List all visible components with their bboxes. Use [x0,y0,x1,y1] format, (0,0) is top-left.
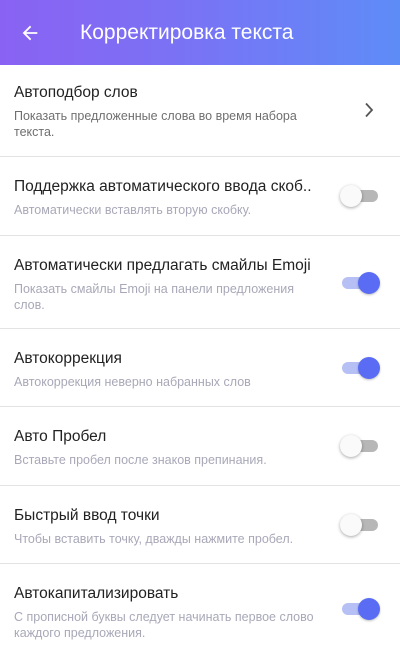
page-title: Корректировка текста [80,20,294,44]
toggle-knob [358,272,380,294]
setting-title: Автокапитализировать [14,585,179,602]
setting-title: Автокоррекция [14,350,122,367]
setting-title: Авто Пробел [14,428,107,445]
setting-title: Поддержка автоматического ввода скоб.. [14,178,312,195]
setting-description: Вставьте пробел после знаков препинания. [14,453,267,467]
chevron-right-icon [365,102,374,118]
setting-auto-capitalize[interactable]: Автокапитализировать С прописной буквы с… [0,564,400,658]
app-bar: Корректировка текста [0,0,400,65]
autocorrect-toggle[interactable] [340,357,380,379]
setting-description: Чтобы вставить точку, дважды нажмите про… [14,532,294,546]
setting-title: Быстрый ввод точки [14,507,160,524]
auto-brackets-toggle[interactable] [340,185,380,207]
setting-description: С прописной буквы следует начинать перво… [14,610,314,640]
toggle-knob [340,185,362,207]
toggle-knob [358,357,380,379]
setting-word-suggestions[interactable]: Автоподбор слов Показать предложенные сл… [0,65,400,157]
setting-emoji-suggestions[interactable]: Автоматически предлагать смайлы Emoji По… [0,236,400,329]
setting-quick-period[interactable]: Быстрый ввод точки Чтобы вставить точку,… [0,486,400,564]
setting-description: Автоматически вставлять вторую скобку. [14,203,252,217]
auto-capitalize-toggle[interactable] [340,598,380,620]
auto-space-toggle[interactable] [340,435,380,457]
back-button[interactable] [0,0,60,65]
quick-period-toggle[interactable] [340,514,380,536]
toggle-knob [358,598,380,620]
setting-auto-space[interactable]: Авто Пробел Вставьте пробел после знаков… [0,407,400,486]
emoji-suggestions-toggle[interactable] [340,272,380,294]
setting-description: Автокоррекция неверно набранных слов [14,375,251,389]
toggle-knob [340,435,362,457]
arrow-left-icon [22,25,38,40]
settings-list: Автоподбор слов Показать предложенные сл… [0,65,400,658]
setting-title: Автоподбор слов [14,84,138,101]
toggle-knob [340,514,362,536]
setting-description: Показать предложенные слова во время наб… [14,109,297,139]
setting-autocorrect[interactable]: Автокоррекция Автокоррекция неверно набр… [0,329,400,407]
setting-title: Автоматически предлагать смайлы Emoji [14,257,311,274]
setting-auto-brackets[interactable]: Поддержка автоматического ввода скоб.. А… [0,157,400,236]
setting-description: Показать смайлы Emoji на панели предложе… [14,282,295,312]
